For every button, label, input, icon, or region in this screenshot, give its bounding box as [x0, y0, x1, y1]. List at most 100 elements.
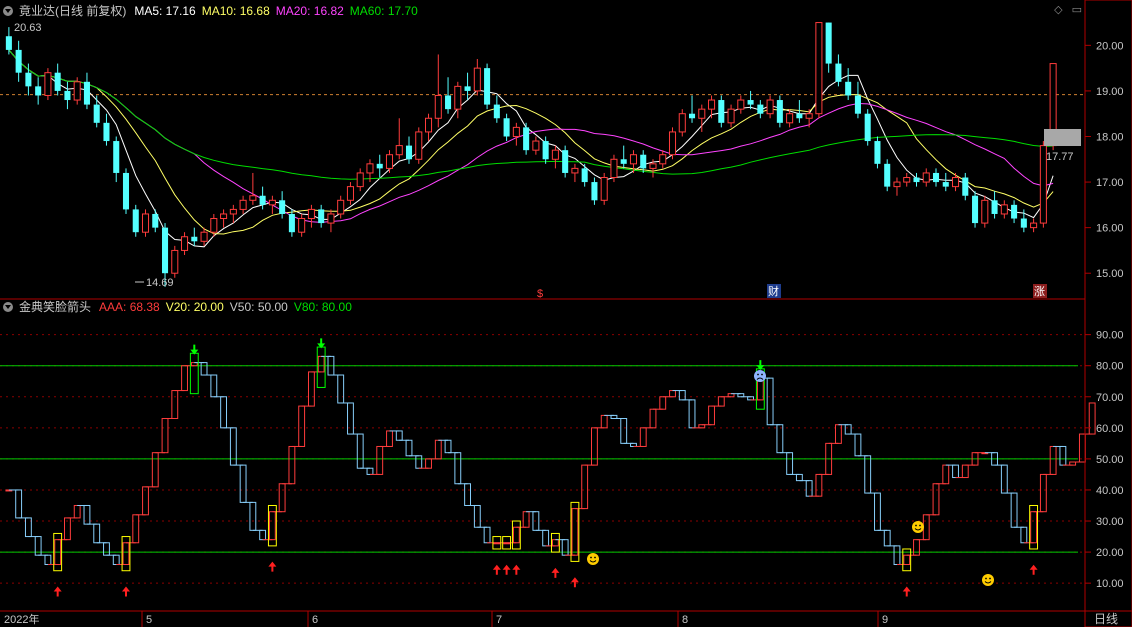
candle-body [93, 104, 100, 123]
indicator-bar [112, 554, 120, 566]
indicator-bar [874, 492, 881, 531]
date-label: 8 [682, 614, 688, 626]
indicator-tick-label: 20.00 [1096, 547, 1124, 559]
indicator-bar [161, 418, 169, 454]
price-tick-label: 18.00 [1096, 131, 1124, 143]
candle-body [210, 218, 218, 233]
candle-body [366, 163, 374, 174]
collapse-chevron-icon[interactable] [3, 6, 13, 16]
candle-body [727, 108, 735, 124]
collapse-chevron-icon[interactable] [3, 302, 13, 312]
buy-arrow-icon [502, 564, 511, 575]
event-dividend-marker[interactable]: $ [537, 288, 543, 300]
candle-body [776, 100, 783, 123]
candle-body [796, 113, 803, 119]
expand-icon[interactable]: ▭ [1072, 4, 1082, 16]
candle-body [162, 227, 169, 274]
buy-arrow-icon [570, 577, 579, 588]
indicator-bar [649, 408, 657, 429]
candle-body [103, 122, 110, 142]
diamond-icon[interactable]: ◇ [1054, 4, 1062, 16]
candle-body [503, 118, 510, 137]
indicator-bar [639, 427, 647, 447]
indicator-bar [688, 399, 696, 429]
last-price-marker[interactable] [1044, 129, 1081, 146]
candle-body [629, 154, 637, 165]
indicator-bar [103, 542, 110, 556]
candle-body [356, 172, 364, 188]
candle-body [718, 100, 725, 123]
candle-body [747, 100, 754, 105]
price-tick-label: 15.00 [1096, 268, 1124, 280]
indicator-bar [1059, 445, 1067, 466]
candle-body [191, 236, 198, 242]
candle-body [845, 81, 852, 96]
indicator-bar [464, 483, 471, 506]
candle-body [551, 149, 559, 160]
candle-body [591, 182, 598, 201]
indicator-bar [854, 433, 862, 457]
indicator-bar [473, 504, 481, 528]
candle-body [893, 181, 901, 188]
indicator-bar [405, 439, 413, 457]
indicator-bar [708, 405, 715, 426]
indicator-bar [942, 464, 950, 485]
indicator-bar [200, 362, 208, 376]
candle-body [805, 113, 813, 119]
indicator-bar [1088, 402, 1096, 435]
candle-body [1000, 204, 1008, 215]
candle-body [766, 99, 774, 115]
ma5-line [8, 49, 1054, 248]
indicator-bar [776, 424, 784, 454]
candle-body [445, 95, 452, 110]
candle-body [942, 182, 949, 187]
event-finance-marker[interactable]: 财 [768, 284, 779, 298]
candle-body [337, 199, 345, 215]
candle-body [288, 213, 295, 233]
indicator-bar [386, 430, 393, 447]
candle-body [73, 81, 81, 101]
candle-body [542, 141, 549, 160]
indicator-bar [132, 514, 140, 544]
candle-body [581, 168, 588, 183]
indicator-bar [1039, 473, 1047, 513]
buy-arrow-icon [512, 564, 521, 575]
date-label: 7 [496, 614, 502, 626]
indicator-bar [93, 523, 101, 544]
indicator-tick-label: 30.00 [1096, 516, 1124, 528]
candle-body [152, 213, 159, 228]
candle-body [932, 172, 940, 183]
price-tick-label: 19.00 [1096, 86, 1124, 98]
price-chart-header: 竟业达(日线 前复权) MA5: 17.16 MA10: 16.68 MA20: 16… [0, 3, 424, 19]
smiley-face-icon [982, 574, 994, 586]
indicator-bar [551, 539, 559, 547]
candle-body [678, 113, 686, 133]
indicator-bar [415, 455, 423, 469]
candle-body [122, 172, 130, 210]
candle-body [268, 199, 276, 206]
indicator-bar [229, 427, 237, 466]
date-label: 5 [146, 614, 152, 626]
buy-arrow-icon [902, 586, 911, 597]
indicator-tick-label: 10.00 [1096, 578, 1124, 590]
indicator-bar [268, 511, 276, 541]
indicator-bar [444, 439, 452, 454]
candle-body [298, 218, 306, 233]
event-limit-marker[interactable]: 涨 [1034, 285, 1045, 298]
period-button[interactable]: 日线 [1094, 612, 1118, 626]
indicator-bar [512, 526, 520, 544]
candle-body [659, 154, 667, 165]
indicator-bar [717, 396, 725, 407]
candle-body [385, 154, 394, 169]
candle-body [698, 108, 706, 119]
indicator-bar [922, 514, 930, 541]
candle-body [571, 167, 579, 174]
candle-body [464, 86, 471, 91]
candle-body [610, 158, 618, 179]
candle-body [220, 213, 228, 220]
candle-body [473, 67, 481, 92]
candle-body [171, 249, 179, 274]
candle-body [952, 177, 960, 188]
v80-value: V80: 80.00 [293, 300, 352, 314]
ma10-value: MA10: 16.68 [201, 4, 270, 18]
